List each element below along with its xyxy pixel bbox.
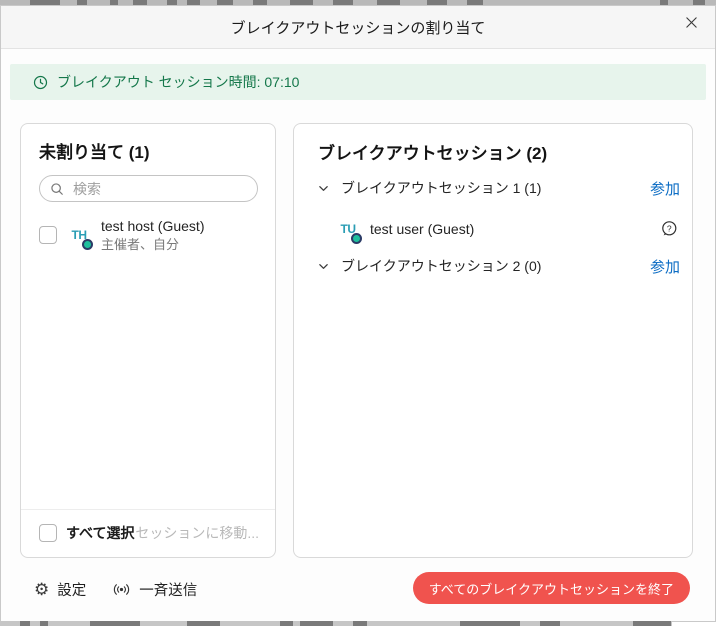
broadcast-label: 一斉送信: [139, 579, 197, 600]
select-all-checkbox[interactable]: [39, 524, 57, 542]
move-to-session-button[interactable]: セッションに移動...: [135, 523, 259, 543]
participant-checkbox[interactable]: [39, 226, 57, 244]
join-session-1-button[interactable]: 参加: [650, 178, 680, 199]
participant-name: test user (Guest): [370, 221, 474, 237]
session-1-participant-row: TU test user (Guest) ?: [294, 211, 692, 247]
broadcast-icon: [112, 580, 131, 599]
avatar: TU: [336, 217, 360, 241]
svg-text:?: ?: [667, 223, 672, 233]
end-all-sessions-button[interactable]: すべてのブレイクアウトセッションを終了: [413, 572, 690, 604]
chevron-down-icon[interactable]: [318, 261, 329, 272]
broadcast-button[interactable]: 一斉送信: [112, 579, 197, 600]
participant-role: 主催者、自分: [101, 236, 204, 254]
ask-for-help-button[interactable]: ?: [660, 220, 678, 238]
search-box[interactable]: [39, 175, 258, 202]
select-all-label: すべて選択: [66, 523, 134, 543]
clock-icon: [33, 75, 48, 90]
participant-name: test host (Guest): [101, 217, 204, 236]
unassigned-panel-title: 未割り当て (1): [39, 138, 150, 163]
session-row-1[interactable]: ブレイクアウトセッション 1 (1) 参加: [294, 171, 692, 205]
screenshot-root: ブレイクアウトセッションの割り当て ブレイクアウト セッション時間: 07:10…: [0, 0, 716, 626]
settings-button[interactable]: ⚙ 設定: [34, 579, 86, 600]
panel-divider: [21, 509, 275, 510]
session-label: ブレイクアウトセッション 1 (1): [341, 178, 541, 198]
footer-actions: ⚙ 設定 一斉送信: [34, 574, 197, 604]
close-button[interactable]: [680, 13, 702, 35]
gear-icon: ⚙: [34, 581, 49, 598]
search-input[interactable]: [71, 180, 247, 198]
participant-text: test host (Guest) 主催者、自分: [101, 217, 204, 253]
guest-status-badge-icon: [351, 233, 362, 244]
dialog-header: ブレイクアウトセッションの割り当て: [1, 6, 715, 49]
close-icon: [685, 16, 698, 32]
sessions-panel-title: ブレイクアウトセッション (2): [318, 139, 547, 164]
session-label: ブレイクアウトセッション 2 (0): [341, 256, 541, 276]
search-icon: [50, 182, 64, 196]
session-row-2[interactable]: ブレイクアウトセッション 2 (0) 参加: [294, 249, 692, 283]
guest-status-badge-icon: [82, 239, 93, 250]
sessions-panel: ブレイクアウトセッション (2) ブレイクアウトセッション 1 (1) 参加 T…: [293, 123, 693, 558]
session-timer-text: ブレイクアウト セッション時間: 07:10: [57, 72, 299, 92]
unassigned-panel-footer: すべて選択 セッションに移動...: [21, 513, 275, 553]
unassigned-participant-row: TH test host (Guest) 主催者、自分: [21, 214, 275, 256]
settings-label: 設定: [57, 579, 86, 600]
session-timer-banner: ブレイクアウト セッション時間: 07:10: [10, 64, 706, 100]
join-session-2-button[interactable]: 参加: [650, 256, 680, 277]
unassigned-panel: 未割り当て (1) TH test host (Guest) 主催者、自分 すべ…: [20, 123, 276, 558]
avatar: TH: [67, 223, 91, 247]
chevron-down-icon[interactable]: [318, 183, 329, 194]
background-window-edge-bottom: [0, 621, 672, 626]
help-icon: ?: [660, 220, 678, 238]
dialog-title: ブレイクアウトセッションの割り当て: [231, 17, 486, 38]
